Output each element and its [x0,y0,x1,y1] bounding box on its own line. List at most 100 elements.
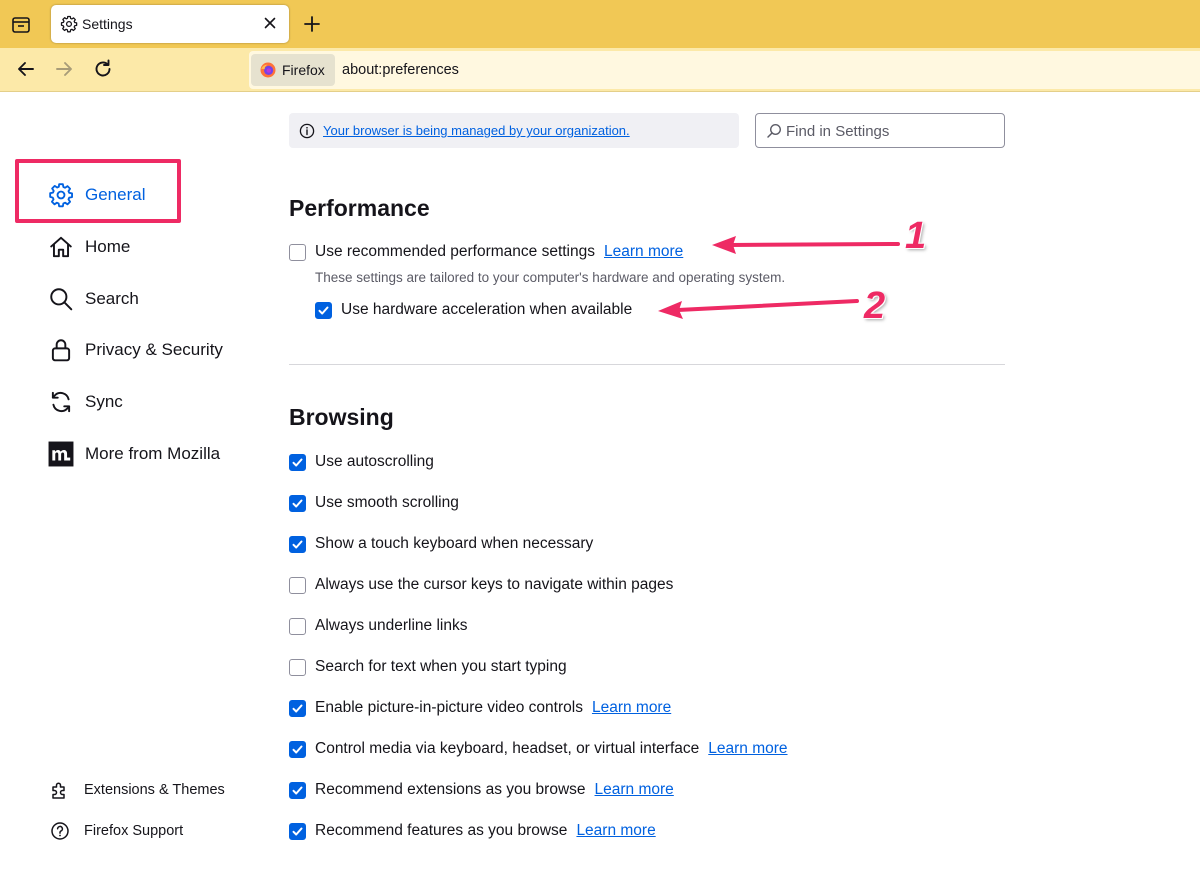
checkbox[interactable] [289,576,306,594]
puzzle-icon [52,782,65,799]
search-input[interactable] [786,119,996,143]
policies-notice: Your browser is being managed by your or… [289,113,739,148]
browsing-option[interactable]: Always underline links [289,615,468,637]
sidebar-item-label: Search [85,289,139,308]
option-recommended-performance[interactable]: Use recommended performance settings Lea… [289,241,683,263]
url-text[interactable]: about:preferences [342,62,459,78]
section-heading-browsing: Browsing [289,404,394,430]
section-heading-performance: Performance [289,195,430,221]
close-tab-icon[interactable] [261,14,279,32]
footer-item-label: Extensions & Themes [84,782,225,798]
checkbox[interactable] [289,740,306,758]
new-tab-icon[interactable] [302,14,322,34]
browsing-option[interactable]: Enable picture-in-picture video controls… [289,697,671,719]
mozilla-m-icon [48,441,74,467]
gear-icon [60,15,78,33]
option-label: Use autoscrolling [315,453,434,470]
tab-list-icon[interactable] [10,14,32,36]
firefox-logo-icon [260,62,276,78]
browsing-option[interactable]: Use smooth scrolling [289,492,459,514]
checkbox[interactable] [289,243,306,261]
reload-icon[interactable] [92,58,114,80]
checkmark-icon [292,540,303,548]
back-icon[interactable] [15,58,37,80]
learn-more-link[interactable]: Learn more [604,243,683,261]
checkbox[interactable] [289,494,306,512]
browsing-option[interactable]: Search for text when you start typing [289,656,567,678]
tab-settings[interactable]: Settings [51,5,289,43]
lock-icon [51,339,71,362]
help-icon [51,822,69,840]
checkbox[interactable] [289,699,306,717]
annotation-number: 2 [864,285,886,327]
learn-more-link[interactable]: Learn more [592,699,671,717]
learn-more-link[interactable]: Learn more [595,781,674,799]
checkbox[interactable] [289,453,306,471]
checkbox[interactable] [289,781,306,799]
sidebar-item-search[interactable]: Search [48,284,139,314]
browsing-option[interactable]: Recommend features as you browse Learn mo… [289,820,656,842]
checkmark-icon [292,704,303,712]
browsing-option[interactable]: Recommend extensions as you browse Learn … [289,779,674,801]
checkbox[interactable] [289,535,306,553]
search-icon [767,123,782,138]
option-label: Use hardware acceleration when available [341,301,633,318]
sidebar-item-label: Privacy & Security [85,340,223,359]
option-label: Use recommended performance settings [315,243,595,260]
annotation-number: 1 [905,215,927,257]
footer-item-label: Firefox Support [84,823,184,839]
sidebar-item-firefox-support[interactable]: Firefox Support [50,819,183,843]
checkbox[interactable] [315,301,332,319]
find-in-settings-box[interactable] [755,113,1005,148]
tab-bar: Settings [0,0,1200,48]
checkbox[interactable] [289,822,306,840]
sidebar-item-label: General [85,185,146,204]
identity-label: Firefox [282,62,325,78]
learn-more-link[interactable]: Learn more [708,740,787,758]
option-label: Always underline links [315,617,468,634]
checkmark-icon [292,458,303,466]
home-icon [50,236,72,258]
browsing-option[interactable]: Control media via keyboard, headset, or … [289,738,788,760]
option-label: Search for text when you start typing [315,658,567,675]
policies-link[interactable]: Your browser is being managed by your or… [323,123,630,138]
nav-bar: Firefox about:preferences [0,48,1200,92]
section-divider [289,364,1005,365]
checkbox[interactable] [289,658,306,676]
sidebar-item-extensions-themes[interactable]: Extensions & Themes [50,778,225,802]
option-label: Recommend extensions as you browse [315,781,586,798]
sidebar-item-label: More from Mozilla [85,444,221,463]
sidebar-item-privacy-security[interactable]: Privacy & Security [48,335,223,365]
gear-icon [49,183,73,208]
browsing-option[interactable]: Use autoscrolling [289,451,434,473]
checkmark-icon [318,306,329,314]
option-label: Show a touch keyboard when necessary [315,535,594,552]
sidebar-item-label: Sync [85,392,123,411]
sync-icon [51,391,71,413]
info-icon [299,123,315,138]
sidebar-item-sync[interactable]: Sync [48,387,123,417]
option-label: Control media via keyboard, headset, or … [315,740,700,757]
forward-icon[interactable] [53,58,75,80]
option-label: Always use the cursor keys to navigate w… [315,576,674,593]
checkmark-icon [292,499,303,507]
checkmark-icon [292,745,303,753]
option-label: Recommend features as you browse [315,822,568,839]
sidebar-item-more-from-mozilla[interactable]: More from Mozilla [48,439,220,469]
sidebar-item-label: Home [85,237,131,256]
url-bar[interactable]: Firefox about:preferences [249,51,1200,89]
checkmark-icon [292,786,303,794]
checkbox[interactable] [289,617,306,635]
sidebar-item-general[interactable]: General [48,180,145,210]
search-icon [50,288,73,311]
learn-more-link[interactable]: Learn more [576,822,655,840]
checkmark-icon [292,827,303,835]
browsing-option[interactable]: Always use the cursor keys to navigate w… [289,574,673,596]
option-hardware-acceleration[interactable]: Use hardware acceleration when available [315,299,632,321]
identity-box[interactable]: Firefox [251,54,335,86]
option-label: Use smooth scrolling [315,494,459,511]
tab-title: Settings [82,16,133,32]
sidebar-item-home[interactable]: Home [48,232,130,262]
performance-description: These settings are tailored to your comp… [315,270,786,285]
browsing-option[interactable]: Show a touch keyboard when necessary [289,533,593,555]
